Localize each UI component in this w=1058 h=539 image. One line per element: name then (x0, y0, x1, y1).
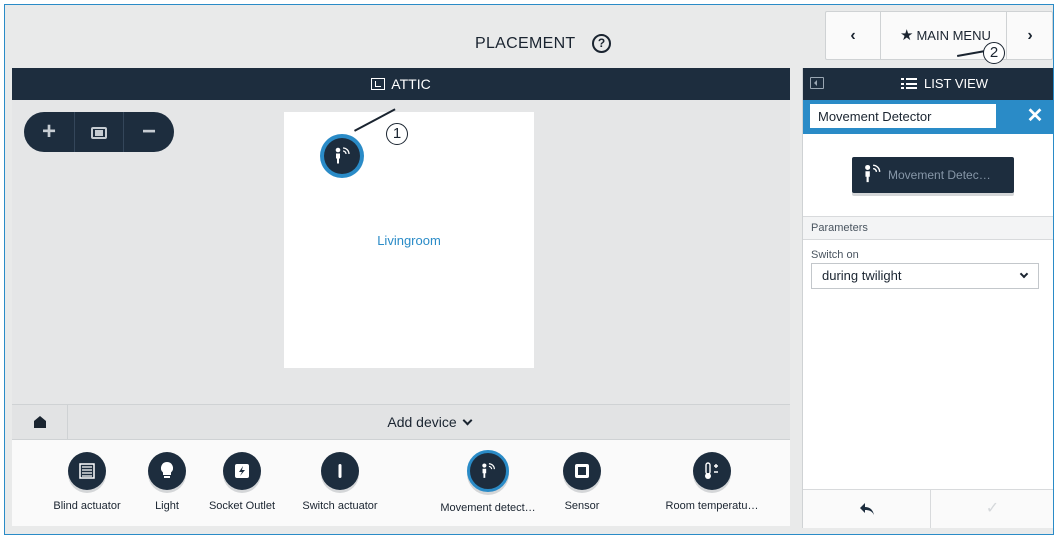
zoom-in-button[interactable]: + (24, 112, 74, 152)
device-tile[interactable]: Movement Detec… (852, 157, 1014, 193)
collapse-panel-icon[interactable] (810, 77, 824, 89)
home-button[interactable] (12, 405, 68, 439)
sensor-icon (563, 452, 601, 490)
tray-item-movement-detector[interactable]: Movement detect… (432, 450, 544, 522)
help-icon[interactable]: ? (592, 34, 611, 53)
switch-on-value: during twilight (822, 268, 902, 283)
floor-label: ATTIC (391, 76, 431, 92)
close-button[interactable]: ✕ (1019, 100, 1051, 132)
confirm-button[interactable]: ✓ (931, 490, 1053, 528)
tray-item-label: Socket Outlet (208, 500, 276, 512)
room-temperature-icon (693, 452, 731, 490)
add-device-label: Add device (387, 414, 457, 430)
room-livingroom[interactable]: Livingroom (284, 108, 534, 368)
page-title: PLACEMENT (475, 35, 576, 52)
main-menu-label: MAIN MENU (916, 28, 991, 43)
tray-item-switch-actuator[interactable]: Switch actuator (295, 452, 385, 522)
switch-on-select[interactable]: during twilight (811, 263, 1039, 289)
navigation-group: ‹ ★ MAIN MENU › (825, 11, 1053, 60)
house-icon (33, 416, 46, 428)
fit-to-screen-icon (91, 126, 107, 139)
floor-plan-icon (371, 78, 386, 90)
top-bar: PLACEMENT ? ‹ ★ MAIN MENU › (5, 5, 1053, 69)
list-view-label: LIST VIEW (924, 76, 989, 91)
list-icon (901, 78, 917, 89)
tray-item-label: Light (155, 500, 179, 512)
blind-actuator-icon (68, 452, 106, 490)
movement-detector-icon (865, 164, 881, 183)
switch-on-label: Switch on (811, 249, 859, 261)
tray-item-room-temperature[interactable]: Room temperatu… (652, 452, 772, 522)
back-button[interactable] (803, 490, 931, 528)
previous-button[interactable]: ‹ (826, 12, 881, 59)
panel-footer: ✓ (803, 489, 1053, 528)
tray-item-label: Switch actuator (302, 500, 378, 512)
tray-item-sensor[interactable]: Sensor (552, 452, 612, 522)
device-tray: Blind actuator Light Socket Outlet Switc… (12, 440, 790, 526)
tray-item-label: Movement detect… (440, 502, 536, 514)
zoom-controls: + − (24, 112, 174, 152)
tray-item-socket-outlet[interactable]: Socket Outlet (202, 452, 282, 522)
device-detail-panel: LIST VIEW ✕ Movement Detec… Parameters S… (802, 68, 1053, 528)
parameters-header: Parameters (803, 216, 1053, 240)
device-name-input[interactable] (810, 104, 996, 128)
callout-2: 2 (983, 42, 1005, 64)
chevron-down-icon (462, 415, 473, 426)
star-icon: ★ (900, 27, 914, 44)
light-bulb-icon (148, 452, 186, 490)
callout-1: 1 (386, 123, 408, 145)
zoom-out-button[interactable]: − (124, 112, 174, 152)
switch-actuator-icon (321, 452, 359, 490)
reply-arrow-icon (859, 503, 874, 515)
tray-item-blind-actuator[interactable]: Blind actuator (42, 452, 132, 522)
movement-detector-icon (335, 147, 350, 164)
floor-selector[interactable]: ATTIC (12, 68, 790, 100)
list-view-bar: LIST VIEW (803, 68, 1053, 100)
socket-outlet-icon (223, 452, 261, 490)
device-tile-label: Movement Detec… (888, 168, 991, 182)
tray-item-light[interactable]: Light (137, 452, 197, 522)
chevron-down-icon (1019, 269, 1029, 279)
placed-movement-detector[interactable] (320, 134, 364, 178)
add-device-toggle[interactable]: Add device (68, 405, 790, 439)
movement-detector-icon (467, 450, 509, 492)
tray-item-label: Room temperatu… (665, 500, 759, 512)
fit-to-screen-button[interactable] (74, 112, 124, 152)
room-label: Livingroom (377, 233, 441, 248)
tray-item-label: Sensor (564, 500, 600, 512)
app-window: PLACEMENT ? ‹ ★ MAIN MENU › ATTIC + − Li… (4, 4, 1054, 535)
list-view-button[interactable]: LIST VIEW (901, 68, 988, 100)
add-device-bar: Add device (12, 404, 790, 440)
tray-item-label: Blind actuator (53, 500, 121, 512)
device-name-bar: ✕ (803, 100, 1053, 134)
next-button[interactable]: › (1008, 12, 1052, 59)
